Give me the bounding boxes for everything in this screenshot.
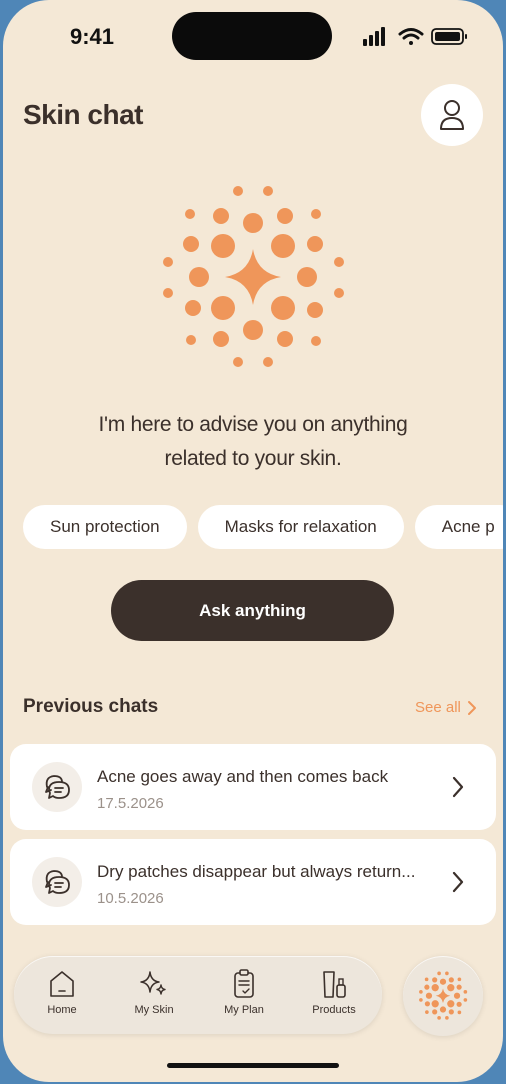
sparkles-icon	[140, 971, 166, 995]
dynamic-island	[172, 12, 332, 60]
wifi-icon	[398, 28, 424, 45]
suggestion-chips: Sun protection Masks for relaxation Acne p	[23, 505, 503, 549]
home-indicator	[167, 1063, 339, 1068]
see-all-label: See all	[415, 699, 461, 716]
home-icon	[50, 971, 74, 997]
profile-button[interactable]	[421, 84, 483, 146]
tab-home[interactable]: Home	[27, 968, 97, 1028]
status-time: 9:41	[70, 24, 115, 49]
chip-masks-for-relaxation[interactable]: Masks for relaxation	[197, 505, 404, 549]
signal-icon	[363, 27, 385, 46]
battery-icon	[431, 28, 467, 45]
chat-list-item[interactable]: Acne goes away and then comes back 17.5.…	[10, 744, 496, 830]
chat-list-item[interactable]: Dry patches disappear but always return.…	[10, 839, 496, 925]
products-icon	[323, 971, 346, 998]
chevron-right-icon	[467, 700, 476, 715]
tab-label: Home	[47, 1004, 77, 1016]
tab-label: Products	[312, 1004, 356, 1016]
ai-orb-illustration	[163, 186, 344, 367]
chevron-right-icon	[452, 871, 464, 893]
chip-sun-protection[interactable]: Sun protection	[23, 505, 187, 549]
chip-acne[interactable]: Acne p	[414, 505, 503, 549]
status-icons	[363, 27, 467, 46]
tab-label: My Skin	[134, 1004, 174, 1016]
status-bar: 9:41	[3, 0, 503, 70]
user-icon	[440, 100, 464, 130]
previous-chats-heading: Previous chats	[23, 696, 159, 717]
chat-title: Acne goes away and then comes back	[97, 767, 389, 786]
chat-bubbles-icon-wrap	[32, 762, 82, 812]
chat-date: 17.5.2026	[97, 795, 164, 812]
ai-orb-icon	[419, 971, 468, 1020]
page-title: Skin chat	[23, 99, 143, 130]
chat-bubbles-icon-wrap	[32, 857, 82, 907]
chat-bubbles-icon	[45, 870, 70, 894]
tab-my-skin[interactable]: My Skin	[119, 968, 189, 1028]
intro-line-2: related to your skin.	[164, 447, 342, 470]
intro-line-1: I'm here to advise you on anything	[98, 413, 408, 436]
tab-bar: Home My Skin My Plan Products	[14, 956, 382, 1034]
chat-date: 10.5.2026	[97, 890, 164, 907]
tab-products[interactable]: Products	[299, 968, 369, 1028]
see-all-link[interactable]: See all	[415, 699, 477, 716]
ask-anything-button[interactable]: Ask anything	[111, 580, 394, 641]
chat-bubbles-icon	[45, 775, 70, 799]
chat-title: Dry patches disappear but always return.…	[97, 862, 416, 881]
tab-my-plan[interactable]: My Plan	[209, 968, 279, 1028]
clipboard-icon	[234, 969, 254, 998]
intro-text: I'm here to advise you on anything relat…	[63, 408, 443, 476]
ai-assistant-button[interactable]	[403, 956, 483, 1036]
tab-label: My Plan	[224, 1004, 264, 1016]
chevron-right-icon	[452, 776, 464, 798]
phone-screen: 9:41 Skin chat I'm here to advise you on…	[3, 0, 503, 1082]
